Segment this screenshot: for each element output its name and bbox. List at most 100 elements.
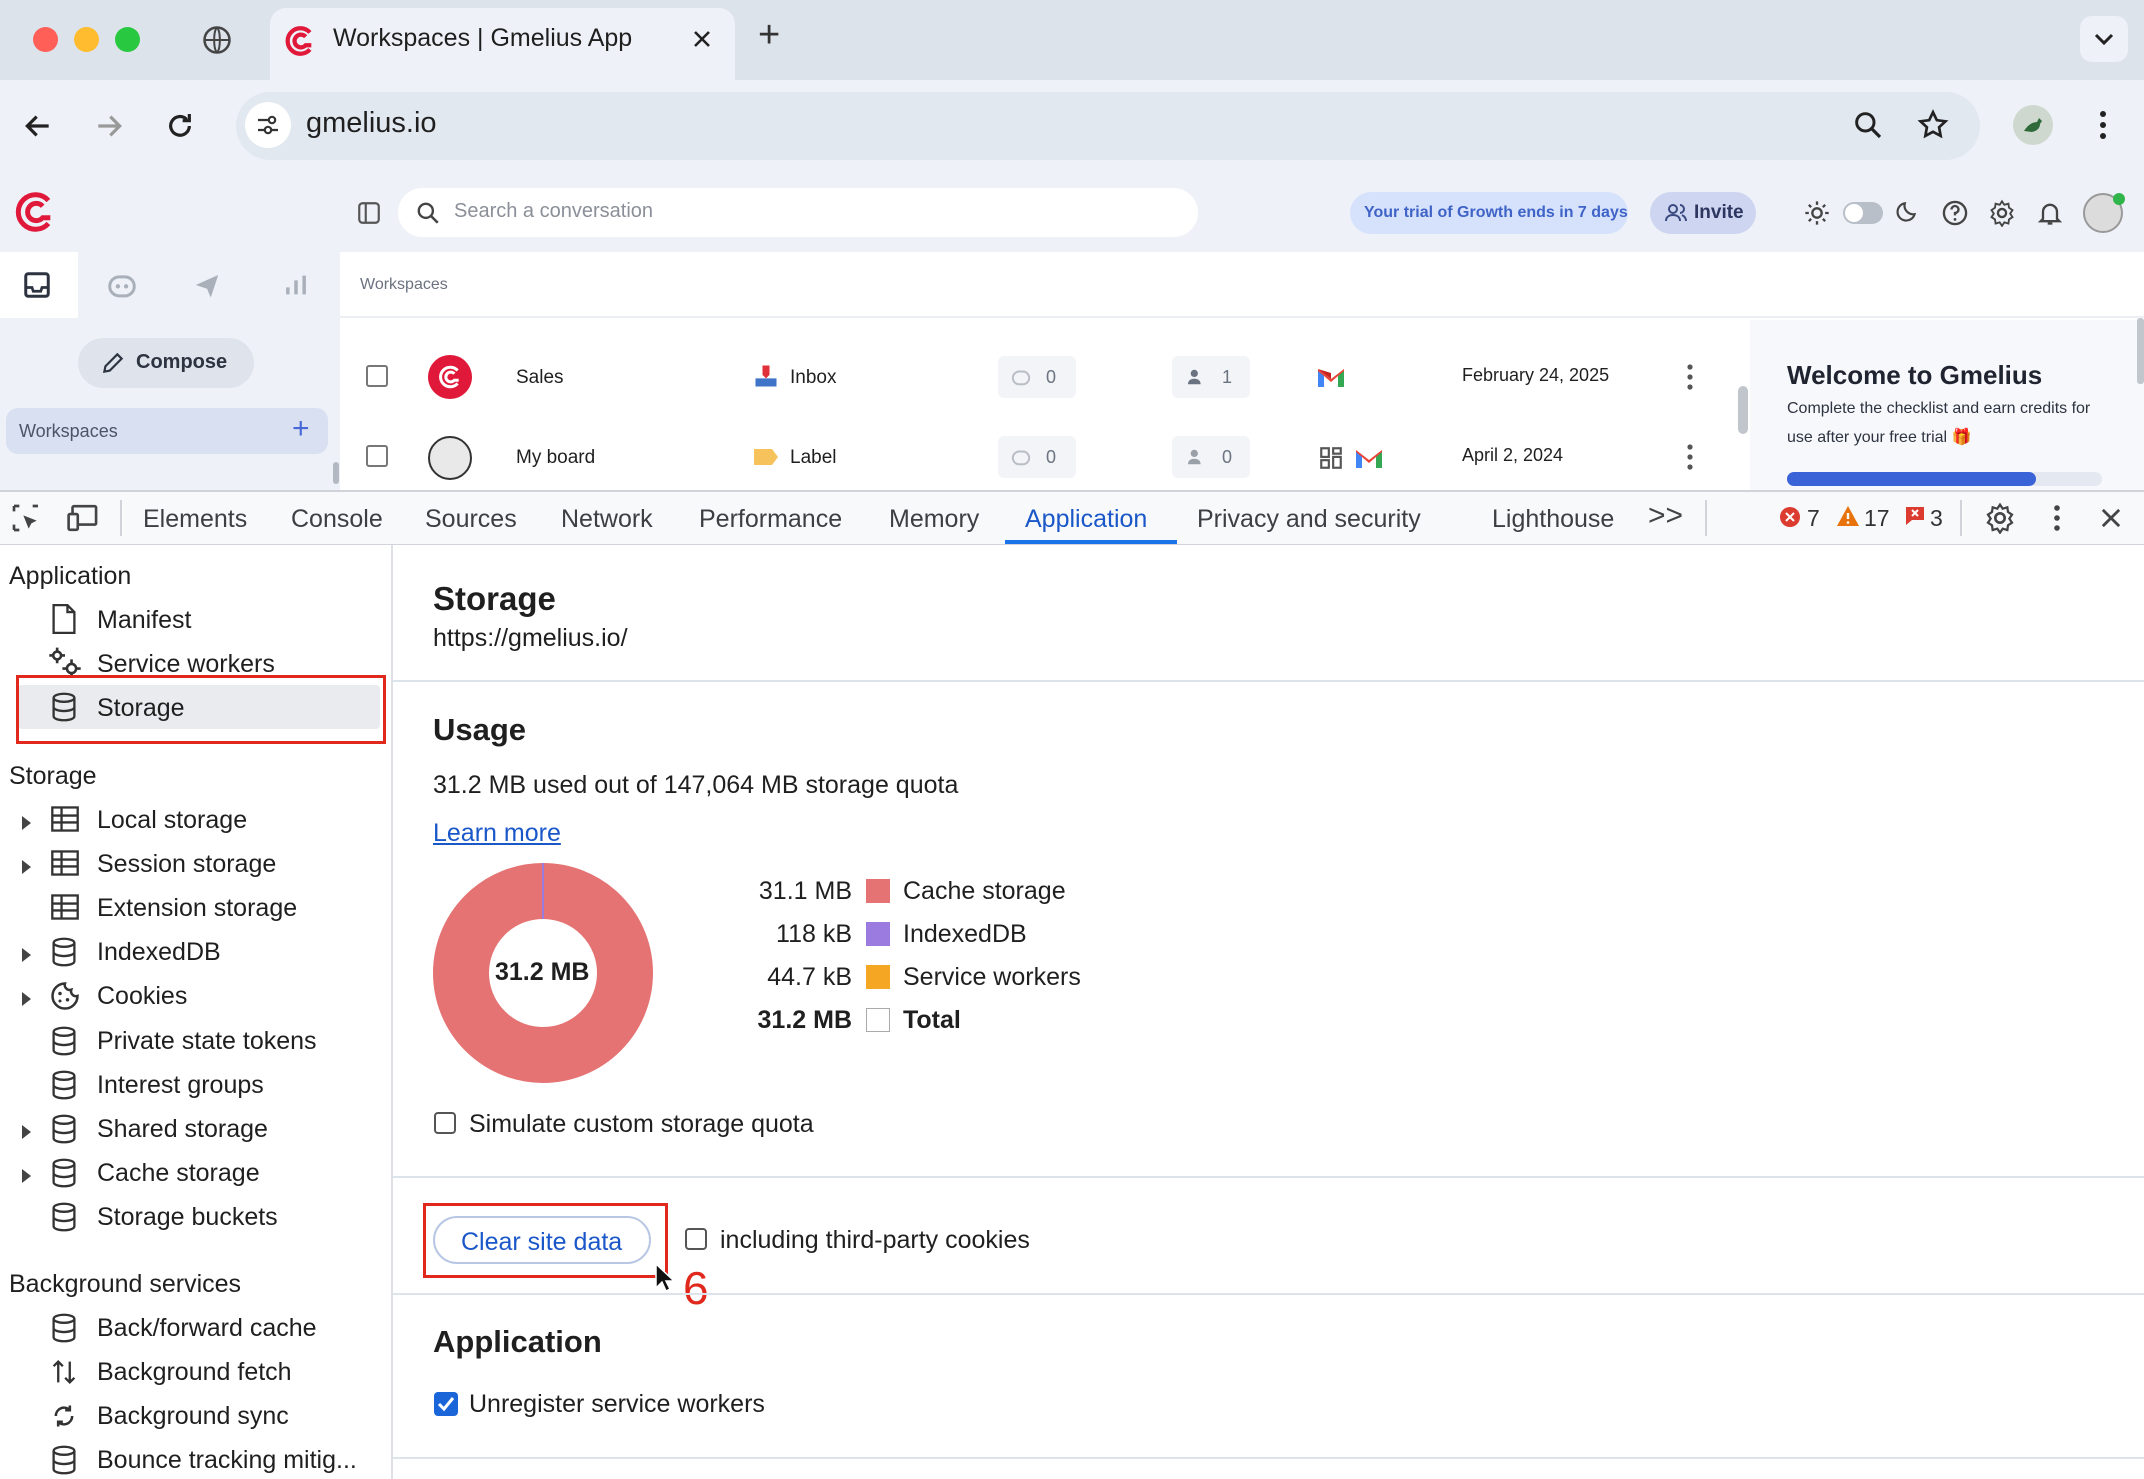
devtools-tab-sources[interactable]: Sources bbox=[425, 505, 517, 534]
sidebar-item-cache-storage[interactable]: Cache storage bbox=[97, 1159, 260, 1188]
invite-label: Invite bbox=[1694, 202, 1744, 223]
theme-toggle[interactable] bbox=[1843, 202, 1883, 224]
nav-scrollbar[interactable] bbox=[333, 462, 339, 484]
trial-badge[interactable]: Your trial of Growth ends in 7 days bbox=[1350, 192, 1628, 234]
zoom-icon[interactable] bbox=[1852, 109, 1884, 141]
reload-icon[interactable] bbox=[164, 110, 196, 142]
expand-arrow-icon[interactable] bbox=[20, 1124, 32, 1145]
expand-arrow-icon[interactable] bbox=[20, 991, 32, 1012]
cookie-icon bbox=[50, 981, 80, 1016]
close-devtools-icon[interactable] bbox=[2097, 504, 2125, 532]
devtools-tab-elements[interactable]: Elements bbox=[143, 505, 247, 534]
row-menu-icon[interactable] bbox=[1680, 362, 1700, 392]
expand-arrow-icon[interactable] bbox=[20, 859, 32, 880]
send-icon[interactable] bbox=[192, 270, 222, 300]
devtools-tab-network[interactable]: Network bbox=[561, 505, 653, 534]
devtools-tab-application[interactable]: Application bbox=[1025, 505, 1147, 534]
maximize-window-button[interactable] bbox=[115, 27, 140, 52]
new-tab-button[interactable]: + bbox=[758, 14, 780, 57]
search-icon bbox=[417, 202, 439, 224]
back-arrow-icon[interactable] bbox=[22, 110, 54, 142]
user-avatar[interactable] bbox=[2083, 193, 2125, 233]
sidebar-item-manifest[interactable]: Manifest bbox=[97, 606, 191, 635]
expand-arrow-icon[interactable] bbox=[20, 815, 32, 836]
inbox-icon[interactable] bbox=[22, 270, 52, 300]
forward-arrow-icon[interactable] bbox=[93, 110, 125, 142]
issues-flag-icon[interactable] bbox=[1904, 505, 1926, 527]
sidebar-workspaces-item[interactable]: Workspaces + bbox=[6, 408, 328, 454]
row-checkbox[interactable] bbox=[366, 445, 388, 467]
browser-menu-icon[interactable] bbox=[2091, 108, 2115, 142]
row-checkbox[interactable] bbox=[366, 365, 388, 387]
bot-icon[interactable] bbox=[105, 270, 139, 300]
devtools-tab-lighthouse[interactable]: Lighthouse bbox=[1492, 505, 1614, 534]
third-party-cookies-checkbox[interactable] bbox=[685, 1228, 707, 1250]
close-window-button[interactable] bbox=[33, 27, 58, 52]
devtools-menu-icon[interactable] bbox=[2046, 502, 2068, 534]
analytics-icon[interactable] bbox=[282, 270, 310, 300]
toggle-sidebar-icon[interactable] bbox=[356, 200, 382, 226]
sidebar-item-background-fetch[interactable]: Background fetch bbox=[97, 1358, 292, 1387]
minimize-window-button[interactable] bbox=[74, 27, 99, 52]
issues-count[interactable]: 3 bbox=[1930, 505, 1943, 532]
warning-count[interactable]: 17 bbox=[1864, 505, 1890, 532]
devtools-tab-privacy-and-security[interactable]: Privacy and security bbox=[1197, 505, 1421, 534]
unregister-service-workers-checkbox[interactable] bbox=[434, 1392, 458, 1416]
sidebar-item-extension-storage[interactable]: Extension storage bbox=[97, 894, 297, 923]
error-icon[interactable] bbox=[1780, 507, 1800, 527]
sidebar-item-bounce-tracking-mitig[interactable]: Bounce tracking mitig... bbox=[97, 1446, 357, 1475]
devtools-settings-gear-icon[interactable] bbox=[1984, 502, 2016, 534]
sidebar-item-local-storage[interactable]: Local storage bbox=[97, 806, 247, 835]
bot-icon bbox=[1011, 450, 1031, 466]
gmelius-logo-icon[interactable] bbox=[12, 189, 58, 235]
globe-icon[interactable] bbox=[202, 25, 232, 55]
devtools-tab-performance[interactable]: Performance bbox=[699, 505, 842, 534]
legend-swatch bbox=[866, 965, 890, 989]
sidebar-item-back-forward-cache[interactable]: Back/forward cache bbox=[97, 1314, 317, 1343]
row-name[interactable]: Sales bbox=[516, 367, 564, 389]
add-workspace-icon[interactable]: + bbox=[292, 412, 310, 446]
close-tab-icon[interactable] bbox=[690, 27, 714, 51]
profile-avatar[interactable] bbox=[2013, 105, 2053, 145]
row-name[interactable]: My board bbox=[516, 447, 595, 469]
compose-button[interactable]: Compose bbox=[78, 338, 254, 388]
url-text[interactable]: gmelius.io bbox=[306, 107, 437, 140]
devtools-tab-memory[interactable]: Memory bbox=[889, 505, 979, 534]
device-toolbar-icon[interactable] bbox=[66, 502, 100, 534]
site-info-button[interactable] bbox=[245, 102, 291, 148]
devtools-tab-console[interactable]: Console bbox=[291, 505, 383, 534]
sun-icon[interactable] bbox=[1803, 199, 1831, 227]
invite-button[interactable]: Invite bbox=[1650, 192, 1756, 234]
bell-icon[interactable] bbox=[2036, 199, 2064, 227]
address-bar[interactable] bbox=[236, 92, 1980, 160]
help-icon[interactable] bbox=[1941, 199, 1969, 227]
moon-icon[interactable] bbox=[1894, 199, 1920, 225]
page-scrollbar[interactable] bbox=[2137, 318, 2144, 384]
sidebar-item-cookies[interactable]: Cookies bbox=[97, 982, 187, 1011]
table-scrollbar[interactable] bbox=[1738, 386, 1748, 434]
sidebar-item-storage-buckets[interactable]: Storage buckets bbox=[97, 1203, 278, 1232]
settings-gear-icon[interactable] bbox=[1988, 199, 2016, 227]
tab-search-button[interactable] bbox=[2080, 16, 2128, 62]
search-conversation-input[interactable]: Search a conversation bbox=[398, 188, 1198, 237]
sidebar-item-shared-storage[interactable]: Shared storage bbox=[97, 1115, 268, 1144]
legend-value: 31.1 MB bbox=[758, 877, 852, 905]
mouse-cursor-icon bbox=[655, 1262, 676, 1293]
inspect-element-icon[interactable] bbox=[10, 502, 42, 534]
sidebar-item-private-state-tokens[interactable]: Private state tokens bbox=[97, 1027, 317, 1056]
application-section-header: Application bbox=[433, 1324, 602, 1359]
expand-arrow-icon[interactable] bbox=[20, 1168, 32, 1189]
sidebar-item-indexeddb[interactable]: IndexedDB bbox=[97, 938, 221, 967]
sidebar-item-session-storage[interactable]: Session storage bbox=[97, 850, 276, 879]
error-count[interactable]: 7 bbox=[1807, 505, 1820, 532]
warning-icon[interactable] bbox=[1836, 505, 1860, 527]
simulate-quota-checkbox[interactable] bbox=[434, 1112, 456, 1134]
row-menu-icon[interactable] bbox=[1680, 442, 1700, 472]
sidebar-item-interest-groups[interactable]: Interest groups bbox=[97, 1071, 264, 1100]
more-tabs-button[interactable]: >> bbox=[1648, 499, 1683, 533]
expand-arrow-icon[interactable] bbox=[20, 947, 32, 968]
up-down-arrows-icon bbox=[50, 1357, 78, 1392]
learn-more-link[interactable]: Learn more bbox=[433, 819, 561, 848]
sidebar-item-background-sync[interactable]: Background sync bbox=[97, 1402, 289, 1431]
bookmark-star-icon[interactable] bbox=[1916, 108, 1950, 142]
